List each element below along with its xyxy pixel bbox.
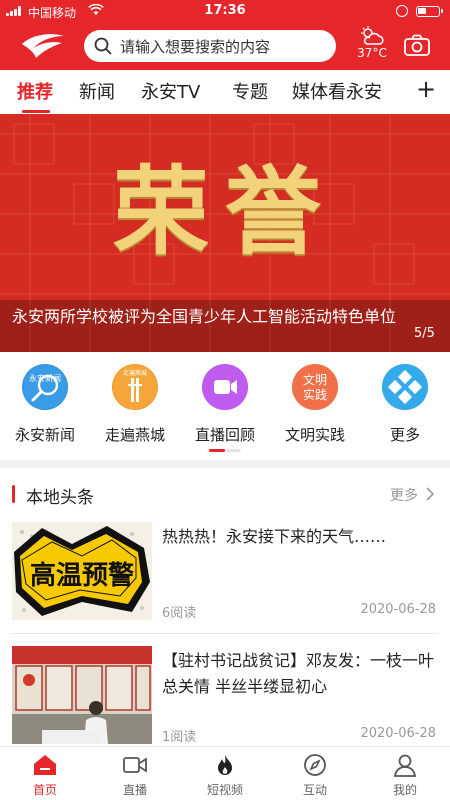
section-accent-bar [12,485,15,503]
shortcut-page-indicator [209,449,241,452]
chevron-right-icon[interactable] [424,486,436,502]
article-thumbnail: 高温预警 [12,522,152,620]
app-header: 中国移动 17:36 请输入想要搜索的内容 37°C [0,0,450,70]
weather-widget[interactable]: 37°C [352,24,392,64]
yongan-news-icon: 永安新闻 [22,364,68,410]
shortcut-label: 文明实践 [284,426,345,444]
article-reads: 6阅读 [162,606,197,621]
shortcut-explore-city[interactable]: 走遍燕城 走遍燕城 [100,364,170,445]
banner-caption: 永安两所学校被评为全国青少年人工智能活动特色单位 [12,307,397,326]
status-bar: 中国移动 17:36 [0,0,450,22]
home-icon [34,755,56,775]
video-camera-icon [202,364,248,410]
tab-topics[interactable]: 专题 [232,78,268,104]
shortcut-more[interactable]: 更多 [370,364,440,445]
article-title: 热热热！永安接下来的天气…… [162,527,387,546]
article-separator [12,633,438,634]
weather-cloud-icon [361,26,384,45]
city-landmark-icon: 走遍燕城 [112,364,158,410]
civilization-badge-line1: 文明 [303,372,327,387]
banner-slide-counter: 5/5 [414,326,435,341]
nav-label: 短视频 [206,783,243,797]
yongan-news-badge: 永安新闻 [29,373,61,383]
app-logo[interactable] [18,30,68,60]
tab-news[interactable]: 新闻 [79,78,115,104]
shortcut-grid: 永安新闻 永安新闻 走遍燕城 走遍燕城 直播回顾 文明 实践 文明实践 更多 [0,352,450,460]
section-divider [0,460,450,468]
tab-recommend[interactable]: 推荐 [17,78,53,104]
tab-media-view[interactable]: 媒体看永安 [292,78,382,104]
nav-profile[interactable]: 我的 [360,753,450,798]
article-reads: 1阅读 [162,730,197,745]
shortcut-civilization[interactable]: 文明 实践 文明实践 [280,364,350,445]
search-bar[interactable]: 请输入想要搜索的内容 [84,30,336,62]
section-title: 本地头条 [26,488,94,508]
article-title: 【驻村书记战贫记】邓友发：一枝一叶总关情 半丝半缕显初心 [162,651,435,696]
more-link[interactable]: 更多 [390,485,418,505]
tab-yongan-tv[interactable]: 永安TV [141,78,200,104]
nav-short-video[interactable]: 短视频 [180,753,270,798]
bottom-navigation: 首页 直播 短视频 互动 我的 [0,746,450,800]
article-date: 2020-06-28 [360,726,436,741]
flame-icon [218,755,232,775]
rotation-lock-icon [396,5,408,17]
shortcut-label: 永安新闻 [14,426,75,444]
civilization-badge-line2: 实践 [303,387,327,402]
app-screen: 中国移动 17:36 请输入想要搜索的内容 37°C 推荐 新闻 永安TV 专题… [0,0,450,800]
more-grid-icon [382,364,428,410]
article-thumbnail [12,646,152,744]
local-news-header: 本地头条 更多 [0,476,450,512]
nav-label: 我的 [392,783,417,797]
search-placeholder: 请输入想要搜索的内容 [120,37,271,56]
user-icon [393,754,417,777]
compass-icon [304,754,326,776]
temperature-label: 37°C [357,46,387,60]
nav-live[interactable]: 直播 [90,753,180,798]
banner-hero-text: 荣誉 [113,155,337,268]
search-icon [94,37,112,55]
shortcut-label: 走遍燕城 [104,426,165,444]
civilization-practice-icon: 文明 实践 [292,364,338,410]
nav-label: 首页 [32,783,57,797]
camera-icon[interactable] [404,34,430,56]
battery-icon [416,6,443,17]
live-video-icon [123,757,147,773]
channel-tabs: 推荐 新闻 永安TV 专题 媒体看永安 + [0,70,450,114]
nav-interact[interactable]: 互动 [270,753,360,798]
news-article[interactable]: 高温预警 热热热！永安接下来的天气…… 6阅读 2020-06-28 [12,522,438,630]
add-channel-button[interactable]: + [416,76,436,102]
status-time: 17:36 [204,3,246,18]
thumbnail-text: 高温预警 [30,560,134,591]
shortcut-yongan-news[interactable]: 永安新闻 永安新闻 [10,364,80,445]
nav-label: 直播 [122,783,147,797]
article-date: 2020-06-28 [360,602,436,617]
active-tab-indicator [22,110,50,113]
nav-label: 互动 [302,783,327,797]
news-article[interactable]: 【驻村书记战贫记】邓友发：一枝一叶总关情 半丝半缕显初心 1阅读 2020-06… [12,646,438,754]
shortcut-label: 直播回顾 [194,426,255,444]
featured-banner[interactable]: 荣誉 永安两所学校被评为全国青少年人工智能活动特色单位 5/5 [0,114,450,352]
nav-home[interactable]: 首页 [0,753,90,798]
city-badge: 走遍燕城 [123,369,147,377]
shortcut-label: 更多 [389,426,420,444]
shortcut-live-replay[interactable]: 直播回顾 [190,364,260,445]
